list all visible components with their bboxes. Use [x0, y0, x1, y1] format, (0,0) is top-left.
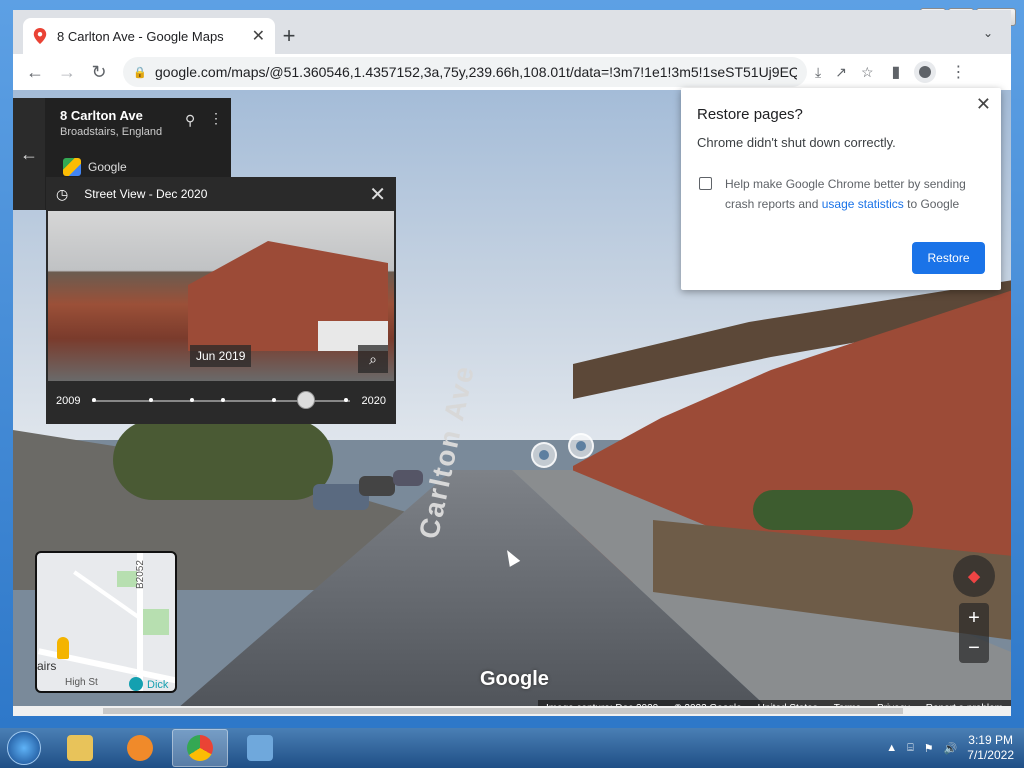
timeline-slider[interactable]: 2009 2020 [46, 381, 396, 421]
bush-left [113, 420, 333, 500]
chrome-task[interactable] [172, 729, 228, 767]
history-clock-icon[interactable]: ◷ [56, 186, 68, 203]
more-options-icon[interactable]: ⋮ [209, 110, 223, 127]
time-machine-title: Street View - Dec 2020 [84, 187, 208, 201]
compass-icon[interactable]: ⬥ [953, 555, 995, 597]
slider-start-label: 2009 [56, 395, 81, 407]
place-source: Google [88, 160, 127, 174]
google-logo: Google [480, 668, 549, 690]
street-view-pin-icon[interactable] [531, 442, 557, 468]
parked-cars [313, 470, 433, 510]
slider-track[interactable] [92, 391, 350, 409]
action-center-icon[interactable]: ⚑ [924, 742, 934, 755]
side-panel-icon[interactable]: ▮ [892, 62, 901, 82]
address-bar[interactable]: 🔒 google.com/maps/@51.360546,1.4357152,3… [123, 57, 807, 87]
zoom-in-button[interactable]: + [968, 607, 980, 630]
window-frame: ▁ □ ✕ 8 Carlton Ave - Google Maps ✕ + ⌄ … [0, 0, 1024, 728]
hedge [753, 490, 913, 530]
tab-search-chevron-icon[interactable]: ⌄ [983, 26, 993, 40]
checkbox-label: Help make Google Chrome better by sendin… [725, 177, 966, 211]
media-player-icon [127, 735, 153, 761]
chrome-icon [187, 735, 213, 761]
share-icon[interactable]: ↗ [835, 64, 847, 81]
toolbar: ← → ↻ 🔒 google.com/maps/@51.360546,1.435… [13, 54, 1011, 90]
close-icon[interactable]: ✕ [976, 94, 991, 115]
pegman-icon[interactable] [57, 637, 69, 659]
new-tab-button[interactable]: + [275, 22, 303, 50]
location-pin-icon[interactable]: ⚲ [185, 112, 195, 129]
restore-button[interactable]: Restore [912, 242, 985, 274]
bookmark-star-icon[interactable]: ☆ [861, 64, 874, 81]
menu-kebab-icon[interactable]: ⋮ [950, 62, 966, 82]
tab-maps[interactable]: 8 Carlton Ave - Google Maps ✕ [23, 18, 275, 54]
thumbnail-date: Jun 2019 [190, 345, 252, 367]
poi-icon[interactable] [129, 677, 143, 691]
google-maps-logo-icon [63, 158, 81, 176]
usage-statistics-link[interactable]: usage statistics [822, 197, 904, 211]
minimap-road-label: B2052 [135, 560, 146, 589]
zoom-out-button[interactable]: − [968, 637, 980, 660]
minimap[interactable]: B2052 airs High St Dick [35, 551, 177, 693]
slider-end-label: 2020 [361, 395, 386, 407]
minimap-label-street: High St [65, 677, 98, 688]
omnibox-actions: ⤓ ↗ ☆ [815, 64, 874, 81]
place-subtitle: Broadstairs, England [60, 126, 163, 138]
restore-pages-dialog: Restore pages? ✕ Chrome didn't shut down… [681, 88, 1001, 290]
tab-strip: 8 Carlton Ave - Google Maps ✕ + ⌄ [13, 10, 1011, 54]
control-panel-task[interactable] [232, 729, 288, 767]
folder-icon [67, 735, 93, 761]
minimap-label-town: airs [37, 659, 57, 673]
back-button[interactable]: ← [21, 58, 49, 86]
restore-title: Restore pages? [697, 106, 803, 123]
windows-logo-icon [7, 731, 41, 765]
profile-avatar[interactable] [914, 61, 937, 83]
taskbar: ▲ ⌸ ⚑ 🔊 3:19 PM 7/1/2022 [0, 728, 1024, 768]
lock-icon[interactable]: 🔒 [133, 66, 147, 79]
restore-subtitle: Chrome didn't shut down correctly. [697, 135, 896, 150]
horizontal-scrollbar[interactable] [13, 706, 1011, 716]
system-tray: ▲ ⌸ ⚑ 🔊 3:19 PM 7/1/2022 [886, 728, 1014, 768]
place-title: 8 Carlton Ave [60, 108, 143, 123]
clock-time: 3:19 PM [968, 733, 1013, 747]
tab-title: 8 Carlton Ave - Google Maps [57, 28, 224, 44]
time-machine-header: ◷ Street View - Dec 2020 ✕ [46, 177, 396, 211]
network-icon[interactable]: ⌸ [907, 742, 914, 755]
install-icon[interactable]: ⤓ [815, 64, 821, 81]
reload-button[interactable]: ↻ [85, 58, 113, 86]
clock[interactable]: 3:19 PM 7/1/2022 [967, 733, 1014, 763]
zoom-control: + − [959, 603, 989, 663]
usage-stats-checkbox[interactable] [699, 177, 712, 190]
media-player-task[interactable] [112, 729, 168, 767]
url-text: google.com/maps/@51.360546,1.4357152,3a,… [155, 64, 797, 80]
control-panel-icon [247, 735, 273, 761]
volume-icon[interactable]: 🔊 [944, 742, 958, 755]
file-explorer-task[interactable] [52, 729, 108, 767]
close-icon[interactable]: ✕ [369, 182, 386, 207]
slider-knob[interactable] [296, 391, 315, 409]
show-hidden-icons-icon[interactable]: ▲ [886, 742, 897, 754]
start-button[interactable] [0, 728, 48, 768]
toolbar-right: ▮ ⋮ [892, 61, 966, 83]
street-view-pin-icon[interactable] [568, 433, 594, 459]
minimap-label-poi: Dick [147, 679, 169, 691]
maps-pin-icon [33, 28, 47, 44]
zoom-in-icon[interactable]: ⌕ [358, 345, 388, 373]
tab-close-icon[interactable]: ✕ [252, 26, 265, 46]
back-arrow-icon[interactable]: ← [13, 98, 45, 210]
time-machine-panel: ◷ Street View - Dec 2020 ✕ Jun 2019 ⌕ 20… [46, 177, 396, 424]
time-machine-thumbnail[interactable]: Jun 2019 ⌕ [48, 211, 394, 381]
forward-button[interactable]: → [53, 58, 81, 86]
clock-date: 7/1/2022 [967, 748, 1014, 762]
